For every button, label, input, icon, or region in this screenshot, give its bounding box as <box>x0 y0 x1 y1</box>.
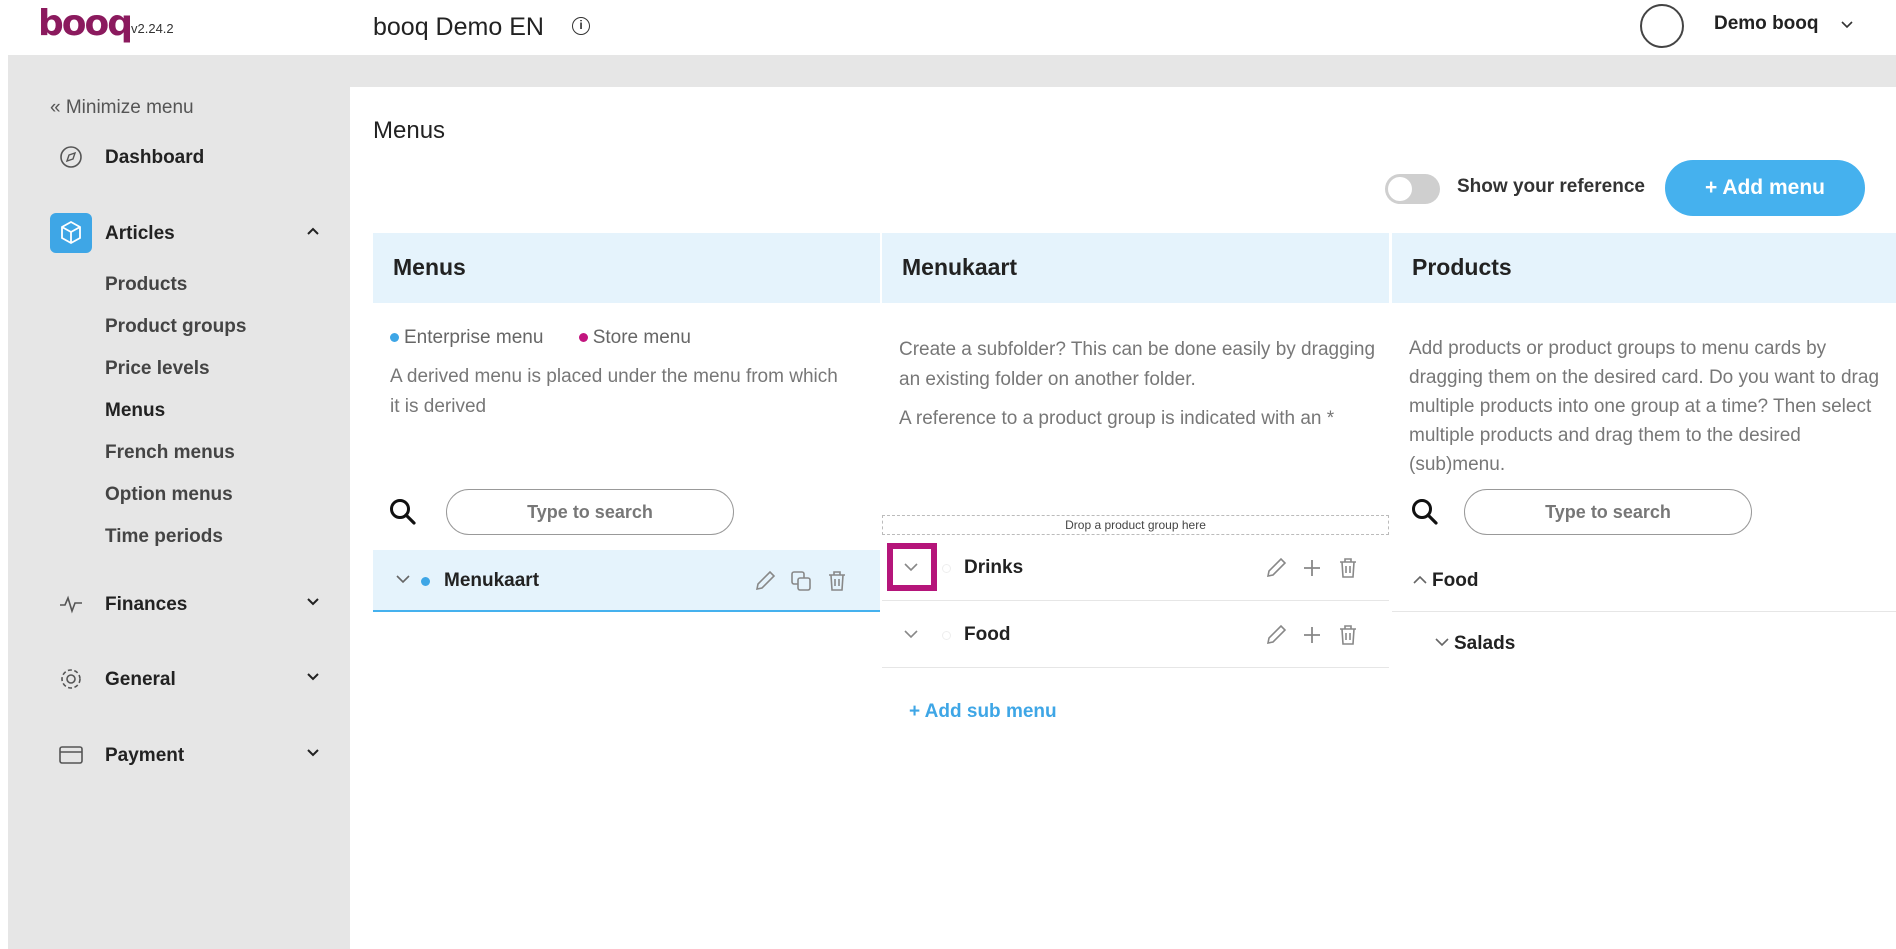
trash-icon[interactable] <box>825 569 849 593</box>
plus-icon[interactable] <box>1300 556 1324 580</box>
menus-description: A derived menu is placed under the menu … <box>390 366 838 417</box>
box-icon <box>50 213 92 253</box>
products-column-header: Products <box>1392 233 1896 303</box>
top-bar: booq v2.24.2 booq Demo EN i Demo booq <box>0 0 1896 55</box>
drop-zone[interactable]: Drop a product group here <box>882 515 1389 535</box>
copy-icon[interactable] <box>789 569 813 593</box>
content-top-spacer <box>350 55 1896 87</box>
sidebar-item-articles[interactable]: Articles <box>8 213 350 253</box>
info-icon[interactable]: i <box>572 17 590 35</box>
sidebar-item-general[interactable]: General <box>8 659 350 699</box>
compass-icon <box>60 146 82 168</box>
legend-store: Store menu <box>592 327 691 348</box>
avatar[interactable] <box>1640 4 1684 48</box>
sidebar-item-label: Payment <box>105 745 185 766</box>
chevron-up-icon[interactable] <box>1412 574 1428 586</box>
chevron-up-icon[interactable] <box>305 225 321 237</box>
sidebar-item-payment[interactable]: Payment <box>8 735 350 775</box>
menukaart-description-2: A reference to a product group is indica… <box>899 408 1335 429</box>
main-content: Menus Show your reference + Add menu Men… <box>350 87 1896 949</box>
enterprise-dot <box>390 333 399 343</box>
chevron-down-icon[interactable] <box>395 574 411 586</box>
pencil-icon[interactable] <box>1264 623 1288 647</box>
chevron-down-icon[interactable] <box>305 671 321 683</box>
search-icon <box>1412 499 1438 525</box>
menukaart-description-1: Create a subfolder? This can be done eas… <box>899 339 1376 390</box>
sidebar-subitem-french-menus[interactable]: French menus <box>105 442 235 464</box>
submenu-row-food[interactable]: Food <box>882 602 1389 668</box>
app-version: v2.24.2 <box>131 21 174 36</box>
expand-highlight-box <box>887 543 937 591</box>
sidebar-subitem-menus[interactable]: Menus <box>105 400 165 422</box>
store-title: booq Demo EN <box>373 13 544 41</box>
sidebar-subitem-product-groups[interactable]: Product groups <box>105 316 246 338</box>
product-group-label: Salads <box>1454 633 1516 654</box>
products-search-input[interactable] <box>1464 489 1752 535</box>
show-reference-label: Show your reference <box>1457 176 1645 197</box>
pulse-icon <box>60 595 82 614</box>
sidebar-item-finances[interactable]: Finances <box>8 584 350 624</box>
sidebar-subitem-products[interactable]: Products <box>105 274 187 296</box>
plus-icon[interactable] <box>1300 623 1324 647</box>
status-dot <box>942 631 951 640</box>
search-icon <box>390 499 416 525</box>
column-title: Menukaart <box>902 254 1018 280</box>
booq-logo[interactable]: booq <box>38 6 133 42</box>
menus-search-input[interactable] <box>446 489 734 535</box>
legend: Enterprise menu Store menu <box>390 327 691 349</box>
column-title: Menus <box>393 254 466 280</box>
sidebar-subitem-time-periods[interactable]: Time periods <box>105 526 223 548</box>
add-menu-button[interactable]: + Add menu <box>1665 160 1865 216</box>
sidebar-item-label: Articles <box>105 223 175 244</box>
chevron-down-icon[interactable] <box>305 596 321 608</box>
toggle-knob <box>1388 177 1412 201</box>
menukaart-column-header: Menukaart <box>882 233 1389 303</box>
products-description: Add products or product groups to menu c… <box>1409 338 1880 475</box>
show-reference-toggle[interactable] <box>1385 174 1440 204</box>
sidebar-item-label: General <box>105 669 176 690</box>
product-group-label: Food <box>1432 570 1479 591</box>
submenu-label: Food <box>964 624 1011 645</box>
pencil-icon[interactable] <box>1264 556 1288 580</box>
chevron-down-icon[interactable] <box>903 629 919 641</box>
sidebar-subitem-option-menus[interactable]: Option menus <box>105 484 233 506</box>
trash-icon[interactable] <box>1336 623 1360 647</box>
user-name[interactable]: Demo booq <box>1714 13 1819 35</box>
sidebar-item-label: Dashboard <box>105 147 205 168</box>
product-group-food[interactable]: Food <box>1392 550 1896 612</box>
store-dot <box>578 333 588 343</box>
chevron-down-icon[interactable] <box>1434 637 1450 649</box>
submenu-label: Drinks <box>964 557 1024 578</box>
menu-row-menukaart[interactable]: Menukaart <box>373 550 880 612</box>
trash-icon[interactable] <box>1336 556 1360 580</box>
add-sub-menu-link[interactable]: + Add sub menu <box>909 701 1057 723</box>
credit-card-icon <box>59 746 83 764</box>
gear-icon <box>61 669 81 689</box>
page-title: Menus <box>373 117 446 144</box>
column-title: Products <box>1412 254 1512 280</box>
sidebar-item-dashboard[interactable]: Dashboard <box>8 137 350 177</box>
legend-enterprise: Enterprise menu <box>404 327 544 348</box>
chevron-down-icon[interactable] <box>1840 20 1854 30</box>
minimize-menu-button[interactable]: « Minimize menu <box>50 97 194 119</box>
sidebar: « Minimize menu Dashboard Articles Produ… <box>8 55 350 949</box>
sidebar-subitem-price-levels[interactable]: Price levels <box>105 358 210 380</box>
enterprise-dot <box>421 577 430 586</box>
chevron-down-icon[interactable] <box>305 747 321 759</box>
product-group-salads[interactable]: Salads <box>1392 613 1896 675</box>
submenu-row-drinks[interactable]: Drinks <box>882 535 1389 601</box>
menus-column-header: Menus <box>373 233 880 303</box>
sidebar-item-label: Finances <box>105 594 188 615</box>
status-dot <box>942 564 951 573</box>
pencil-icon[interactable] <box>753 569 777 593</box>
menu-row-label: Menukaart <box>444 570 540 591</box>
